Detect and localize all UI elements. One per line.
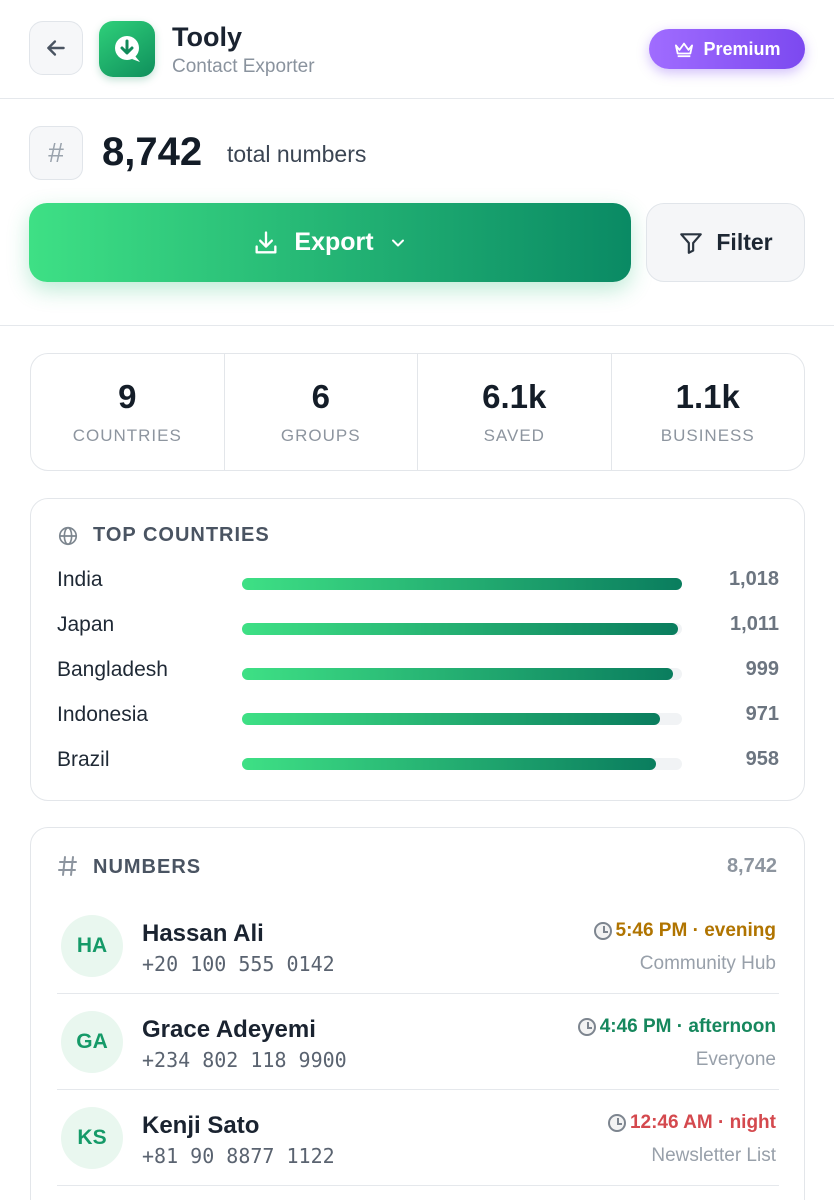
numbers-title: NUMBERS [93, 856, 202, 878]
contact-phone: +20 100 555 0142 [142, 952, 335, 976]
country-name: Bangladesh [57, 658, 168, 681]
stat-label: BUSINESS [660, 426, 755, 445]
country-bar-fill [242, 623, 678, 635]
country-bar-fill [242, 758, 656, 770]
country-count: 1,018 [728, 568, 779, 590]
country-bar-fill [242, 578, 682, 590]
clock-icon [593, 922, 612, 940]
country-name: Indonesia [57, 703, 149, 726]
clock-icon [607, 1114, 626, 1132]
country-row[interactable]: Brazil 958 [31, 748, 806, 778]
total-label: total numbers [227, 141, 367, 167]
funnel-icon [680, 232, 703, 254]
contact-group: Newsletter List [651, 1145, 776, 1166]
country-count: 971 [745, 703, 779, 725]
country-count: 958 [745, 748, 779, 770]
stat-label: COUNTRIES [72, 426, 182, 445]
contact-row[interactable]: HA Hassan Ali +20 100 555 0142 5:46 PM ·… [31, 900, 806, 996]
contact-row[interactable]: GA Grace Adeyemi +234 802 118 9900 4:46 … [31, 996, 806, 1092]
country-name: Brazil [57, 748, 110, 771]
country-name: India [57, 568, 103, 591]
stat-groups[interactable]: 6 GROUPS [225, 354, 418, 470]
country-count: 1,011 [730, 613, 779, 635]
contact-row[interactable]: KS Kenji Sato +81 90 8877 1122 12:46 AM … [31, 1092, 806, 1188]
contact-local-time: 5:46 PM · evening [593, 920, 777, 942]
export-button[interactable]: Export [29, 203, 631, 282]
local-time-text: 4:46 PM · afternoon [599, 1016, 776, 1037]
country-row[interactable]: Japan 1,011 [31, 613, 806, 643]
numbers-count: 8,742 [726, 855, 777, 877]
country-bar-track [242, 758, 682, 770]
country-count: 999 [745, 658, 779, 680]
app-logo [99, 21, 155, 77]
country-bar-track [242, 623, 682, 635]
country-bar-track [242, 668, 682, 680]
app-name: Tooly [172, 22, 242, 52]
crown-icon [675, 42, 694, 58]
contact-name: Kenji Sato [142, 1112, 260, 1139]
contact-name: Hassan Ali [142, 920, 264, 947]
contact-group: Community Hub [639, 953, 776, 974]
stats-bar: 9 COUNTRIES 6 GROUPS 6.1k SAVED 1.1k BUS… [30, 353, 805, 471]
total-count: 8,742 [102, 130, 203, 174]
country-bar-track [242, 578, 682, 590]
chevron-down-icon [391, 239, 404, 246]
contact-local-time: 4:46 PM · afternoon [577, 1016, 776, 1038]
stat-value: 1.1k [675, 378, 740, 415]
country-bar-fill [242, 668, 674, 680]
download-icon [115, 36, 140, 62]
top-countries-title: TOP COUNTRIES [93, 524, 270, 546]
download-tray-icon [255, 230, 277, 253]
avatar: GA [61, 1011, 123, 1073]
globe-icon [58, 526, 78, 546]
country-bar-fill [242, 713, 660, 725]
top-countries-card: TOP COUNTRIES India 1,018 Japan 1,011 Ba… [30, 498, 805, 801]
contact-phone: +81 90 8877 1122 [142, 1144, 335, 1168]
clock-icon [577, 1018, 596, 1036]
row-divider [57, 1185, 779, 1186]
contact-name: Grace Adeyemi [142, 1016, 316, 1043]
row-divider [57, 993, 779, 994]
stat-countries[interactable]: 9 COUNTRIES [31, 354, 225, 470]
stat-label: GROUPS [280, 426, 361, 445]
local-time-text: 5:46 PM · evening [615, 920, 777, 941]
hash-icon: # [29, 126, 83, 180]
stat-value: 9 [118, 378, 137, 415]
section-divider [0, 325, 834, 326]
filter-button[interactable]: Filter [646, 203, 805, 282]
avatar: HA [61, 915, 123, 977]
contact-group: Everyone [695, 1049, 776, 1070]
app-header: Tooly Contact Exporter Premium [0, 0, 834, 99]
export-label: Export [294, 228, 374, 256]
avatar: KS [61, 1107, 123, 1169]
contact-phone: +234 802 118 9900 [142, 1048, 347, 1072]
back-button[interactable] [29, 21, 83, 75]
premium-label: Premium [703, 38, 781, 59]
country-name: Japan [57, 613, 115, 636]
filter-label: Filter [716, 229, 773, 255]
arrow-left-icon [47, 40, 65, 56]
contact-local-time: 12:46 AM · night [607, 1112, 776, 1134]
row-divider [57, 1089, 779, 1090]
stat-label: SAVED [483, 426, 545, 445]
premium-button[interactable]: Premium [649, 29, 805, 69]
stat-saved[interactable]: 6.1k SAVED [418, 354, 612, 470]
local-time-text: 12:46 AM · night [629, 1112, 776, 1133]
stat-business[interactable]: 1.1k BUSINESS [612, 354, 805, 470]
country-row[interactable]: Bangladesh 999 [31, 658, 806, 688]
country-bar-track [242, 713, 682, 725]
stat-value: 6 [311, 378, 330, 415]
hash-icon [58, 856, 77, 876]
country-row[interactable]: Indonesia 971 [31, 703, 806, 733]
stat-value: 6.1k [482, 378, 547, 415]
app-subtitle: Contact Exporter [172, 56, 315, 77]
numbers-card: NUMBERS 8,742 HA Hassan Ali +20 100 555 … [30, 827, 805, 1200]
country-row[interactable]: India 1,018 [31, 568, 806, 598]
